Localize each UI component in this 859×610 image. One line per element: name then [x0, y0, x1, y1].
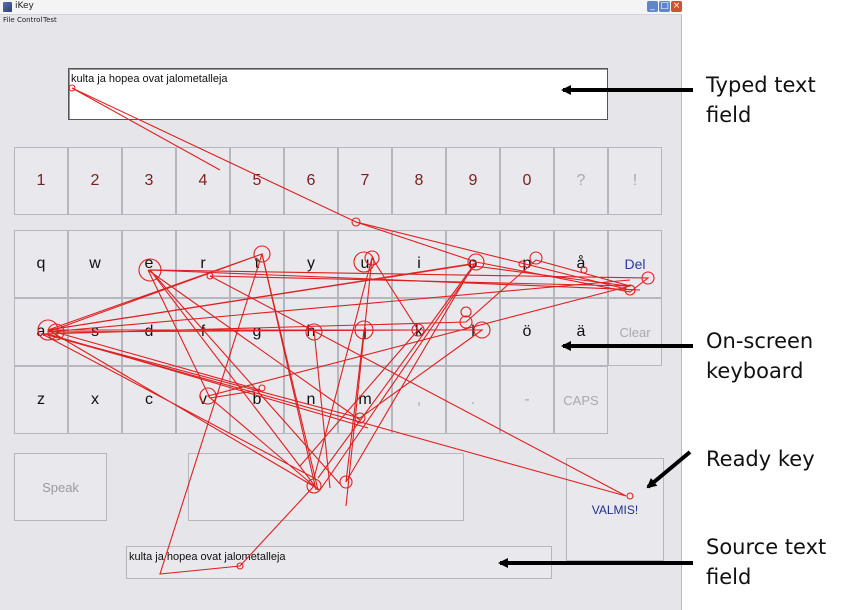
typed-text-value: kulta ja hopea ovat jalometalleja [71, 73, 228, 85]
key-6[interactable]: 6 [284, 147, 338, 215]
key-a[interactable]: a [14, 298, 68, 366]
menu-file[interactable]: File [3, 16, 15, 24]
key-h[interactable]: h [284, 298, 338, 366]
key-question[interactable]: ? [554, 147, 608, 215]
ready-key[interactable]: VALMIS! [566, 458, 664, 561]
key-m[interactable]: m [338, 366, 392, 434]
key-d[interactable]: d [122, 298, 176, 366]
annotation-typed-text-field: Typed text field [706, 73, 816, 127]
key-4[interactable]: 4 [176, 147, 230, 215]
minimize-button[interactable]: _ [647, 1, 658, 12]
key-x[interactable]: x [68, 366, 122, 434]
key-z[interactable]: z [14, 366, 68, 434]
key-exclamation[interactable]: ! [608, 147, 662, 215]
key-t[interactable]: t [230, 230, 284, 298]
key-5[interactable]: 5 [230, 147, 284, 215]
key-j[interactable]: j [338, 298, 392, 366]
key-o[interactable]: o [446, 230, 500, 298]
ikey-window: iKey _ □ × File Control Test kulta ja ho… [0, 0, 682, 610]
key-8[interactable]: 8 [392, 147, 446, 215]
annotation-source-text-field: Source text field [706, 535, 827, 589]
key-v[interactable]: v [176, 366, 230, 434]
maximize-button[interactable]: □ [659, 1, 670, 12]
menu-test[interactable]: Test [43, 16, 57, 24]
key-n[interactable]: n [284, 366, 338, 434]
key-caps[interactable]: CAPS [554, 366, 608, 434]
key-0[interactable]: 0 [500, 147, 554, 215]
key-p[interactable]: p [500, 230, 554, 298]
key-g[interactable]: g [230, 298, 284, 366]
app-icon [3, 2, 12, 12]
key-c[interactable]: c [122, 366, 176, 434]
key-a-umlaut[interactable]: ä [554, 298, 608, 366]
menu-control[interactable]: Control [17, 16, 42, 24]
key-r[interactable]: r [176, 230, 230, 298]
key-l[interactable]: l [446, 298, 500, 366]
menu-bar: File Control Test [0, 15, 682, 27]
key-u[interactable]: u [338, 230, 392, 298]
key-y[interactable]: y [284, 230, 338, 298]
key-dash[interactable]: - [500, 366, 554, 434]
key-clear[interactable]: Clear [608, 298, 662, 366]
key-9[interactable]: 9 [446, 147, 500, 215]
annotation-ready-key: Ready key [706, 447, 815, 471]
key-1[interactable]: 1 [14, 147, 68, 215]
key-period[interactable]: . [446, 366, 500, 434]
annotation-on-screen-keyboard: On-screen keyboard [706, 329, 814, 383]
window-title: iKey [15, 1, 34, 11]
key-comma[interactable]: , [392, 366, 446, 434]
key-k[interactable]: k [392, 298, 446, 366]
key-3[interactable]: 3 [122, 147, 176, 215]
key-e[interactable]: e [122, 230, 176, 298]
key-2[interactable]: 2 [68, 147, 122, 215]
typed-text-field[interactable]: kulta ja hopea ovat jalometalleja [68, 68, 608, 120]
key-b[interactable]: b [230, 366, 284, 434]
speak-key[interactable]: Speak [14, 453, 107, 521]
source-text-field: kulta ja hopea ovat jalometalleja [126, 546, 552, 579]
key-o-umlaut[interactable]: ö [500, 298, 554, 366]
key-i[interactable]: i [392, 230, 446, 298]
close-button[interactable]: × [671, 1, 682, 12]
title-bar[interactable]: iKey _ □ × [0, 0, 682, 15]
key-7[interactable]: 7 [338, 147, 392, 215]
gaze-fixation-circle [351, 217, 361, 227]
key-del[interactable]: Del [608, 230, 662, 298]
key-w[interactable]: w [68, 230, 122, 298]
source-text-value: kulta ja hopea ovat jalometalleja [129, 551, 286, 563]
key-s[interactable]: s [68, 298, 122, 366]
space-key[interactable] [188, 453, 464, 521]
key-a-ring[interactable]: å [554, 230, 608, 298]
key-q[interactable]: q [14, 230, 68, 298]
key-f[interactable]: f [176, 298, 230, 366]
